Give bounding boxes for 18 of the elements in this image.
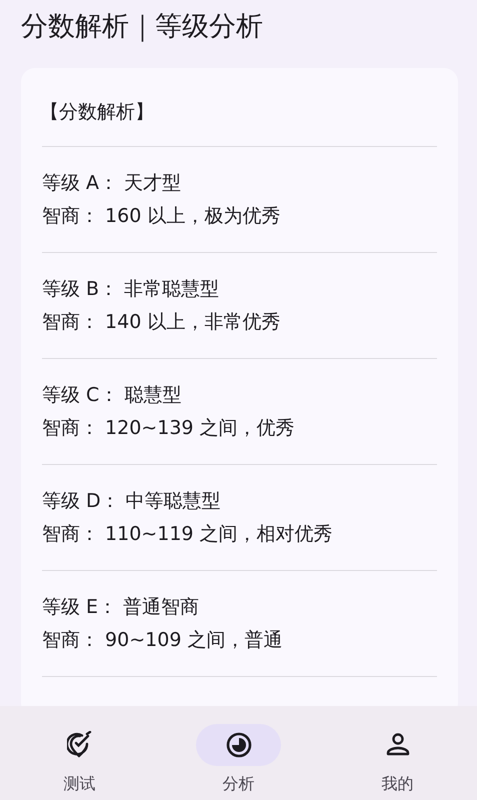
nav-tab[interactable]: 分析 <box>159 706 318 800</box>
iq-description: 智商： 90~109 之间，普通 <box>42 628 282 653</box>
nav-tab[interactable]: 测试 <box>0 706 159 800</box>
grade-label: 等级 E： 普通智商 <box>42 595 200 620</box>
person-icon <box>384 732 410 758</box>
grade-label: 等级 C： 聪慧型 <box>42 383 182 408</box>
iq-description: 智商： 160 以上，极为优秀 <box>42 204 280 229</box>
iq-description: 智商： 120~139 之间，优秀 <box>42 416 295 441</box>
half-circle-icon <box>226 732 252 758</box>
grade-label: 等级 D： 中等聪慧型 <box>42 489 221 514</box>
section-heading: 【分数解析】 <box>40 100 154 125</box>
page-title: 分数解析｜等级分析 <box>21 10 263 44</box>
iq-description: 智商： 140 以上，非常优秀 <box>42 310 280 335</box>
grade-label: 等级 A： 天才型 <box>42 171 182 196</box>
pin-pencil-icon <box>66 731 92 759</box>
grade-label: 等级 B： 非常聪慧型 <box>42 277 220 302</box>
nav-tab[interactable]: 我的 <box>318 706 477 800</box>
iq-description: 智商： 110~119 之间，相对优秀 <box>42 522 333 547</box>
